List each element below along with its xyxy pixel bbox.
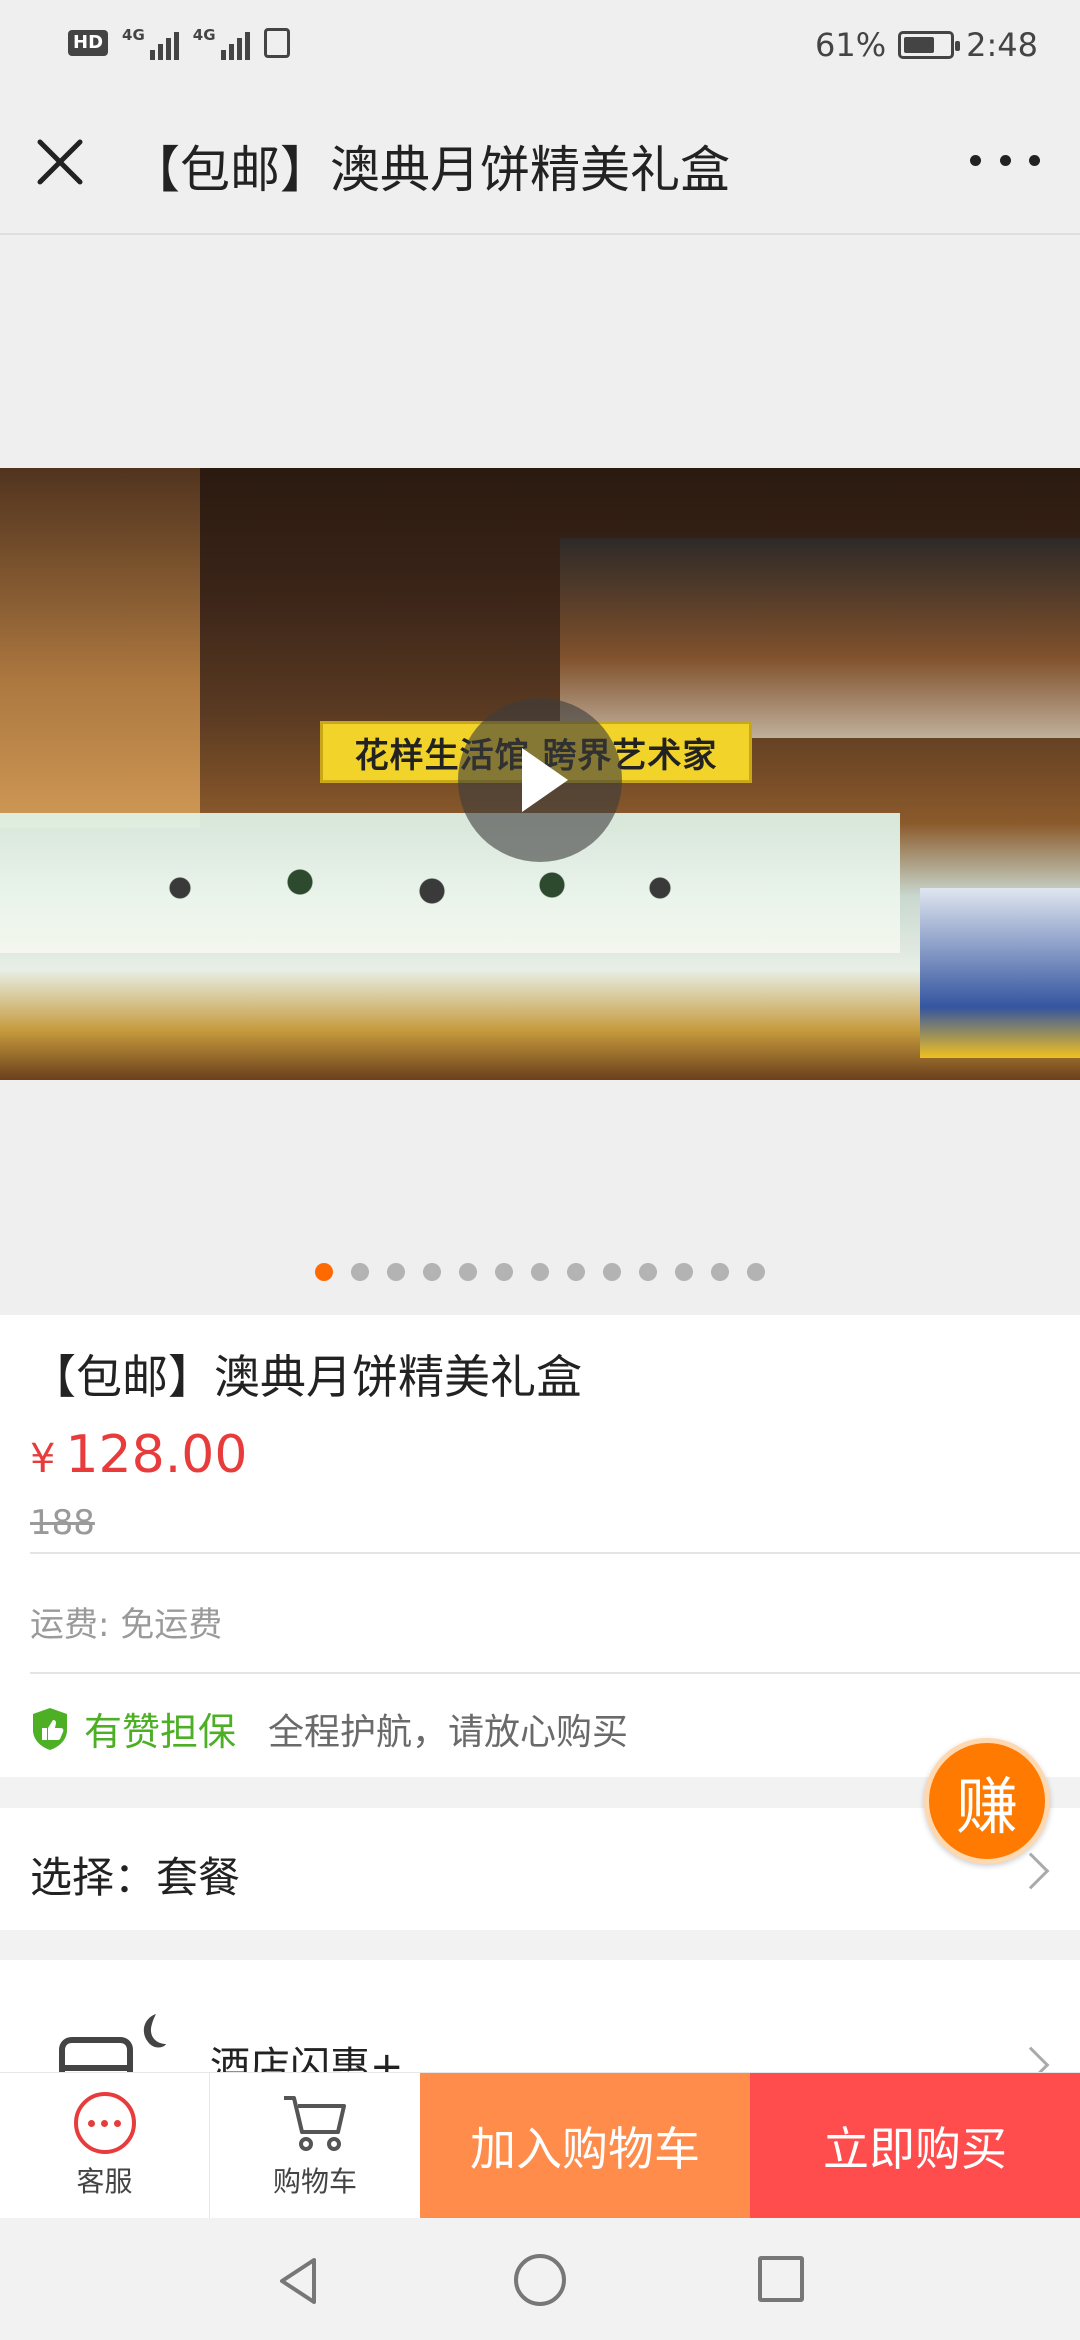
buy-now-button[interactable]: 立即购买 xyxy=(750,2073,1080,2219)
cart-button[interactable]: 购物车 xyxy=(210,2073,420,2219)
close-icon xyxy=(37,139,83,185)
status-left: HD 4G 4G xyxy=(68,26,290,60)
shield-thumbs-up-icon xyxy=(33,1707,67,1750)
video-frame-boxes xyxy=(920,888,1080,1058)
back-icon[interactable] xyxy=(274,2256,324,2306)
carousel-indicator xyxy=(0,1263,1080,1281)
carousel-dot[interactable] xyxy=(675,1263,693,1281)
carousel-dot[interactable] xyxy=(495,1263,513,1281)
status-bar: HD 4G 4G 61% 2:48 xyxy=(0,0,1080,90)
carousel-dot[interactable] xyxy=(603,1263,621,1281)
title-bar: 【包邮】澳典月饼精美礼盒 xyxy=(0,90,1080,235)
carousel-dot[interactable] xyxy=(531,1263,549,1281)
carousel-dot[interactable] xyxy=(351,1263,369,1281)
video-frame-shelf xyxy=(560,538,1080,738)
recent-apps-icon[interactable] xyxy=(758,2256,804,2302)
select-package-row[interactable]: 选择：套餐 xyxy=(0,1808,1080,1930)
clock: 2:48 xyxy=(966,26,1038,64)
product-price: ¥128.00 xyxy=(30,1425,247,1485)
more-menu-button[interactable] xyxy=(970,140,1040,180)
network-type-2: 4G xyxy=(192,26,216,44)
divider xyxy=(30,1672,1080,1674)
carousel-dot[interactable] xyxy=(387,1263,405,1281)
cart-label: 购物车 xyxy=(272,2165,357,2198)
home-icon[interactable] xyxy=(514,2254,566,2306)
bottom-action-bar: 客服 购物车 加入购物车 立即购买 xyxy=(0,2072,1080,2219)
page-title: 【包邮】澳典月饼精美礼盒 xyxy=(130,141,730,199)
network-type-1: 4G xyxy=(122,26,145,44)
battery-icon xyxy=(898,31,961,59)
carousel-dot[interactable] xyxy=(423,1263,441,1281)
product-video[interactable]: 花样生活馆 跨界艺术家 xyxy=(0,468,1080,1080)
media-gallery: 花样生活馆 跨界艺术家 xyxy=(0,235,1080,1315)
carousel-dot[interactable] xyxy=(639,1263,657,1281)
carousel-dot[interactable] xyxy=(747,1263,765,1281)
carousel-dot-active[interactable] xyxy=(315,1263,333,1281)
currency-symbol: ¥ xyxy=(30,1436,56,1482)
price-value: 128.00 xyxy=(65,1425,248,1485)
shopping-cart-icon xyxy=(284,2096,346,2151)
more-dot-icon xyxy=(1029,154,1040,166)
customer-service-label: 客服 xyxy=(76,2165,133,2198)
guarantee-name: 有赞担保 xyxy=(84,1710,237,1754)
chevron-right-icon xyxy=(1012,1852,1050,1890)
video-frame-shelf xyxy=(0,468,200,828)
divider xyxy=(30,1552,1080,1554)
vibrate-icon xyxy=(263,28,290,58)
more-dot-icon xyxy=(970,154,981,166)
hd-badge: HD xyxy=(68,30,109,56)
carousel-dot[interactable] xyxy=(567,1263,585,1281)
product-title: 【包邮】澳典月饼精美礼盒 xyxy=(30,1350,582,1404)
select-label: 选择：套餐 xyxy=(30,1853,241,1902)
carousel-dot[interactable] xyxy=(711,1263,729,1281)
original-price: 188 xyxy=(30,1503,95,1543)
battery-percent: 61% xyxy=(815,26,887,64)
guarantee-desc: 全程护航，请放心购买 xyxy=(268,1711,629,1753)
signal-icon-2: 4G xyxy=(193,26,250,60)
carousel-dot[interactable] xyxy=(459,1263,477,1281)
chat-bubble-icon xyxy=(73,2092,136,2154)
earn-button[interactable]: 赚 xyxy=(924,1738,1050,1864)
more-dot-icon xyxy=(999,154,1011,166)
product-info: 【包邮】澳典月饼精美礼盒 ¥128.00 188 运费: 免运费 有赞担保 全程… xyxy=(0,1315,1080,1777)
close-button[interactable] xyxy=(30,132,90,192)
add-to-cart-button[interactable]: 加入购物车 xyxy=(420,2073,750,2219)
system-nav-bar xyxy=(0,2218,1080,2340)
signal-icon: 4G xyxy=(122,26,179,60)
play-icon[interactable] xyxy=(458,698,622,862)
video-frame-cakes xyxy=(120,858,720,918)
customer-service-button[interactable]: 客服 xyxy=(0,2073,210,2219)
status-right: 61% 2:48 xyxy=(815,26,1038,64)
shipping-fee: 运费: 免运费 xyxy=(30,1605,223,1645)
guarantee-row[interactable]: 有赞担保 全程护航，请放心购买 xyxy=(30,1701,628,1756)
